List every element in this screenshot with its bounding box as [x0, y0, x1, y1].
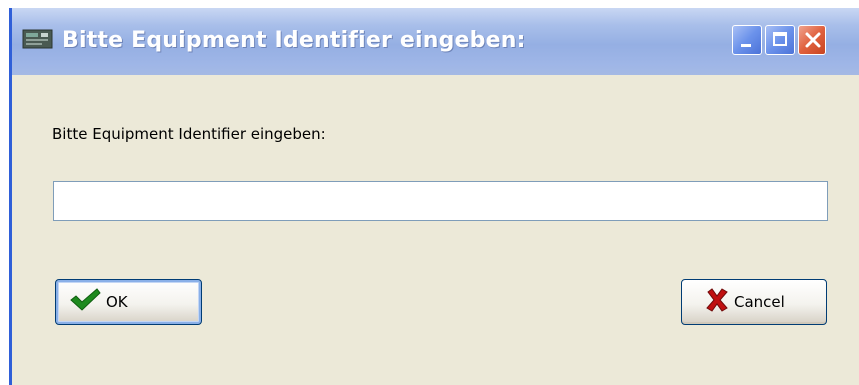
title-bar[interactable]: Bitte Equipment Identifier eingeben:: [12, 8, 859, 75]
maximize-button[interactable]: [765, 25, 795, 55]
dialog-window: Bitte Equipment Identifier eingeben: Bit…: [9, 8, 859, 385]
window-title: Bitte Equipment Identifier eingeben:: [62, 28, 526, 53]
prompt-label: Bitte Equipment Identifier eingeben:: [52, 125, 326, 143]
minimize-icon: [741, 44, 751, 47]
cross-icon: [704, 287, 730, 317]
ok-button-content: OK: [68, 280, 128, 324]
minimize-button[interactable]: [732, 25, 762, 55]
checkmark-icon: [68, 287, 102, 317]
app-icon: [22, 27, 54, 51]
close-button[interactable]: [798, 25, 826, 55]
ok-button-label: OK: [106, 293, 128, 311]
cancel-button-content: Cancel: [704, 280, 785, 324]
cancel-button[interactable]: Cancel: [681, 279, 827, 325]
ok-button[interactable]: OK: [55, 279, 202, 325]
equipment-identifier-input[interactable]: [53, 181, 828, 221]
maximize-icon: [773, 32, 787, 46]
cancel-button-label: Cancel: [734, 293, 785, 311]
close-icon: [805, 32, 821, 48]
